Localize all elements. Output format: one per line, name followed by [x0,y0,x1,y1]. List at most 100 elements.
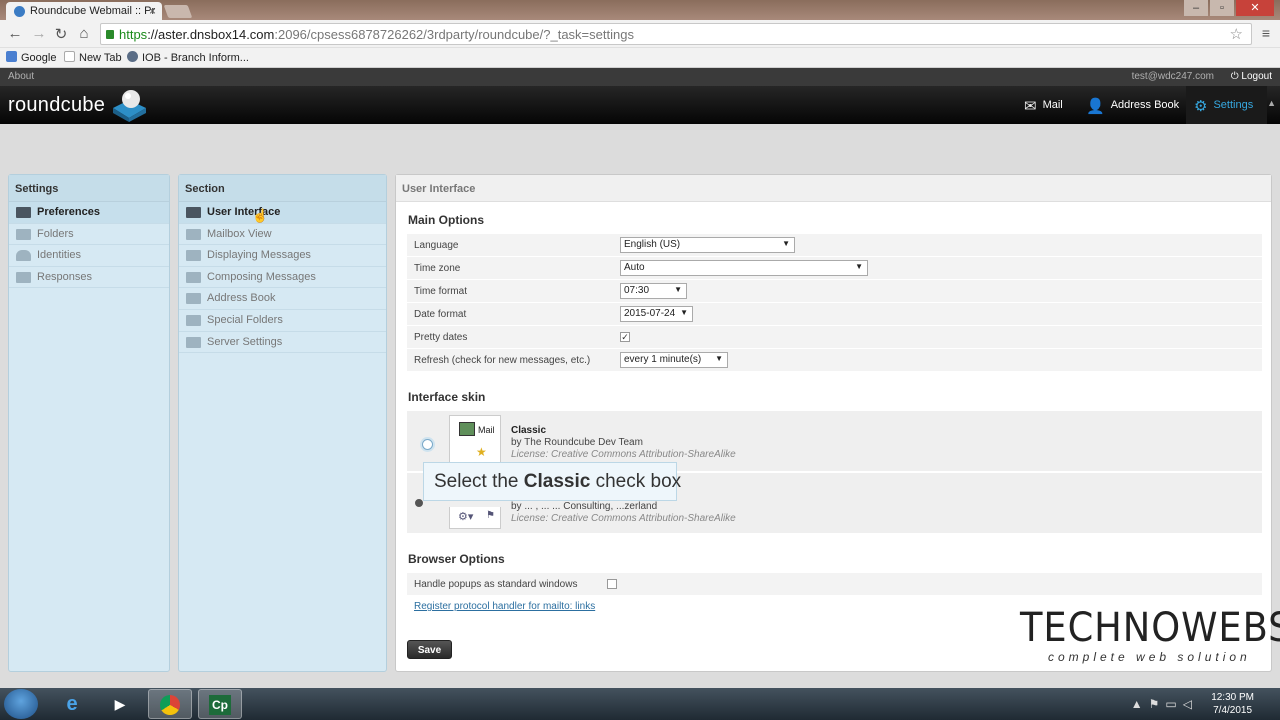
bookmark-label: IOB - Branch Inform... [142,52,249,64]
nav-address-book[interactable]: 👤 Address Book [1086,86,1179,124]
browser-tab[interactable]: Roundcube Webmail :: Pr × [6,2,162,20]
settings-item-responses[interactable]: Responses [9,267,169,289]
popups-checkbox[interactable] [607,579,617,589]
bookmark-label: New Tab [79,52,122,64]
section-item-address-book[interactable]: Address Book [179,288,386,310]
section-item-label: Server Settings [207,335,283,348]
power-icon: ⏻ [1230,71,1242,82]
browser-menu-icon[interactable]: ≡ [1262,25,1270,41]
thumb-label: Mail [478,425,495,435]
skin-radio-classic[interactable] [422,439,433,450]
forward-arrow-icon[interactable]: → [30,25,48,42]
interface-skin-title: Interface skin [408,390,486,404]
window-close-icon[interactable]: ✕ [1236,0,1274,16]
chevron-up-icon[interactable]: ▲ [1267,98,1276,108]
nav-label: Address Book [1110,99,1180,111]
dropdown-arrow-icon: ▼ [680,308,688,317]
page-icon [64,51,75,62]
windows-start-button[interactable] [4,689,38,719]
maximize-icon[interactable]: ▫ [1210,0,1234,16]
internet-explorer-icon[interactable]: e [50,689,94,719]
language-select[interactable]: English (US) ▼ [620,237,795,253]
option-row-time-format: Time format 07:30 ▼ [407,280,1262,303]
close-tab-icon[interactable]: × [149,4,156,18]
larry-skin-thumbnail: ⚙▾ ⚑ [449,507,501,529]
logout-label: Logout [1241,71,1272,82]
minimize-icon[interactable]: – [1184,0,1208,16]
user-email: test@wdc247.com [1131,71,1214,82]
settings-item-identities[interactable]: Identities [9,245,169,267]
system-tray-icons[interactable]: ▲⚑▭◁ [1131,697,1198,711]
section-item-label: User Interface [207,206,281,218]
dropdown-arrow-icon: ▼ [782,239,790,248]
settings-item-preferences[interactable]: Preferences [9,202,169,224]
option-row-popups: Handle popups as standard windows [407,573,1262,596]
url-scheme: https [119,27,148,42]
refresh-select[interactable]: every 1 minute(s) ▼ [620,352,728,368]
section-item-label: Special Folders [207,313,283,326]
skin-author: by The Roundcube Dev Team [511,437,643,448]
section-item-displaying-messages[interactable]: Displaying Messages [179,245,386,267]
option-label: Date format [414,309,467,320]
select-value: every 1 minute(s) [624,354,702,365]
bookmark-iob[interactable]: IOB - Branch Inform... [127,51,249,64]
captivate-icon[interactable]: Cp [198,689,242,719]
nav-settings[interactable]: ⚙ Settings [1186,86,1268,124]
person-icon [16,250,31,262]
dropdown-arrow-icon: ▼ [855,262,863,271]
bookmark-new-tab[interactable]: New Tab [64,51,122,64]
section-item-user-interface[interactable]: User Interface ☝ [179,202,386,224]
watermark-subtitle: complete web solution [1048,650,1251,664]
main-title: User Interface [396,175,1271,202]
section-panel: Section User Interface ☝ Mailbox View Dis… [178,174,387,672]
browser-tab-bar: Roundcube Webmail :: Pr × – ▫ ✕ [0,0,1280,20]
bookmark-google[interactable]: Google [6,51,56,64]
compose-icon [186,271,201,283]
reload-icon[interactable]: ↻ [52,25,70,43]
settings-item-folders[interactable]: Folders [9,224,169,246]
nav-label: Settings [1213,99,1254,111]
taskbar-clock[interactable]: 12:30 PM 7/4/2015 [1211,691,1254,717]
address-bar[interactable]: https://aster.dnsbox14.com:2096/cpsess68… [100,23,1252,45]
date-format-select[interactable]: 2015-07-24 ▼ [620,306,693,322]
time-format-select[interactable]: 07:30 ▼ [620,283,687,299]
logout-link[interactable]: ⏻ Logout [1231,71,1272,82]
roundcube-logo[interactable]: roundcube [8,94,105,117]
skin-radio-larry[interactable] [415,499,423,507]
folder-icon [16,228,31,240]
browser-options-title: Browser Options [408,552,505,566]
option-row-date-format: Date format 2015-07-24 ▼ [407,303,1262,326]
bookmark-star-icon[interactable]: ☆ [1230,25,1243,43]
register-protocol-link[interactable]: Register protocol handler for mailto: li… [414,601,595,612]
section-item-composing-messages[interactable]: Composing Messages [179,267,386,289]
url-path: :2096/cpsess6878726262/3rdparty/roundcub… [274,27,634,42]
mail-icon [459,422,475,436]
bookmark-label: Google [21,52,57,64]
section-item-mailbox-view[interactable]: Mailbox View [179,224,386,246]
technowebsy-watermark: TECHNOWEBSY complete web solution [1020,606,1280,668]
option-row-pretty-dates: Pretty dates ✓ [407,326,1262,349]
windows-taskbar: e ▶ Cp ▲⚑▭◁ 12:30 PM 7/4/2015 [0,688,1280,720]
nav-mail[interactable]: ✉ Mail [1024,86,1063,124]
skin-license: License: Creative Commons Attribution-Sh… [511,449,736,460]
new-tab-button[interactable] [163,5,193,18]
settings-item-label: Preferences [37,206,100,218]
section-item-special-folders[interactable]: Special Folders [179,310,386,332]
section-item-server-settings[interactable]: Server Settings [179,332,386,354]
settings-panel: Settings Preferences Folders Identities … [8,174,170,672]
server-icon [186,336,201,348]
instruction-tooltip: Select the Classic check box [423,462,681,501]
flag-icon: ⚑ [486,510,495,521]
chrome-icon[interactable] [148,689,192,719]
home-icon[interactable]: ⌂ [75,25,93,42]
monitor-icon [16,207,31,218]
top-line: About test@wdc247.com ⏻ Logout [0,68,1280,86]
back-arrow-icon[interactable]: ← [6,25,24,42]
save-button[interactable]: Save [407,640,452,659]
about-link[interactable]: About [8,71,34,82]
option-label: Language [414,240,459,251]
lock-icon [106,30,114,39]
timezone-select[interactable]: Auto ▼ [620,260,868,276]
pretty-dates-checkbox[interactable]: ✓ [620,332,630,342]
media-player-icon[interactable]: ▶ [98,689,142,719]
